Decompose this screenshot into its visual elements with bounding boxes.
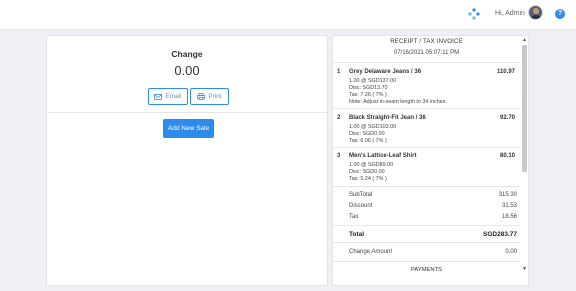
change-panel: Change 0.00 Email Print Add New Sale: [46, 35, 328, 286]
item-tax: Tax: 6.06 ( 7% ): [349, 138, 387, 144]
print-button[interactable]: Print: [190, 88, 229, 105]
item-price: 80.10: [499, 153, 515, 159]
divider: [333, 242, 520, 243]
item-note: Note: Adjust in-seam length to 34 inches…: [349, 99, 447, 105]
diamond-logo-icon[interactable]: [468, 8, 480, 20]
item-tax: Tax: 7.26 ( 7% ): [349, 92, 387, 98]
total-label: Total: [349, 231, 365, 238]
item-name: Black Straight-Fit Jean / 36: [349, 115, 426, 121]
avatar[interactable]: [528, 5, 543, 20]
item-qty: 1.00 @ SGD103.00: [349, 124, 397, 130]
item-tax: Tax: 5.24 ( 7% ): [349, 176, 387, 182]
change-amount: 0.00: [174, 63, 200, 78]
item-discount: Disc: SGD13.70: [349, 85, 388, 91]
divider: [333, 147, 520, 148]
tax-label: Tax: [349, 214, 359, 220]
item-price: 92.70: [499, 115, 515, 121]
email-button[interactable]: Email: [148, 88, 188, 105]
list-item: 1 Grey Delaware Jeans / 36 110.97 1.00 @…: [333, 69, 520, 111]
email-button-label: Email: [165, 93, 182, 100]
question-icon[interactable]: ?: [555, 9, 565, 19]
list-item: 2 Black Straight-Fit Jean / 36 92.70 1.0…: [333, 115, 520, 149]
divider: [47, 112, 327, 113]
item-discount: Disc: SGD0.00: [349, 169, 385, 175]
item-name: Men's Lattice-Leaf Shirt: [349, 153, 417, 159]
item-discount: Disc: SGD0.00: [349, 131, 385, 137]
tax-value: 18.56: [501, 214, 517, 220]
discount-label: Discount: [349, 203, 373, 209]
total-value: SGD283.77: [483, 231, 517, 238]
change-amount-value: 0.00: [505, 249, 517, 255]
scrollbar-thumb[interactable]: [522, 45, 527, 172]
subtotal-value: 315.30: [498, 192, 517, 198]
divider: [333, 108, 520, 109]
top-bar: Hi, Admin ?: [0, 0, 576, 30]
add-new-sale-button[interactable]: Add New Sale: [163, 119, 214, 138]
divider: [333, 62, 520, 63]
discount-value: 31.53: [501, 203, 517, 209]
item-number: 3: [337, 153, 341, 159]
receipt-date: 07/16/2021 05:07:11 PM: [393, 50, 460, 56]
item-price: 110.97: [496, 69, 515, 75]
subtotal-label: SubTotal: [349, 192, 373, 198]
item-number: 1: [337, 69, 341, 75]
divider: [333, 186, 520, 187]
printer-icon: [197, 93, 206, 100]
change-label: Change: [171, 49, 203, 59]
receipt-panel: RECEIPT / TAX INVOICE 07/16/2021 05:07:1…: [332, 35, 529, 286]
item-qty: 1.00 @ SGD89.00: [349, 162, 394, 168]
payments-heading: PAYMENTS: [410, 267, 443, 273]
change-amount-label: Change Amount: [349, 249, 393, 255]
divider: [333, 261, 520, 262]
scroll-down-icon[interactable]: ▼: [522, 266, 527, 272]
item-number: 2: [337, 115, 341, 121]
item-name: Grey Delaware Jeans / 36: [349, 69, 422, 75]
item-qty: 1.00 @ SGD137.00: [349, 78, 397, 84]
envelope-icon: [154, 93, 163, 100]
print-button-label: Print: [208, 93, 222, 100]
receipt-title: RECEIPT / TAX INVOICE: [390, 39, 463, 45]
list-item: 3 Men's Lattice-Leaf Shirt 80.10 1.00 @ …: [333, 153, 520, 187]
scroll-up-icon[interactable]: ▲: [522, 37, 527, 43]
user-greeting: Hi, Admin: [495, 10, 525, 17]
divider: [333, 225, 520, 226]
